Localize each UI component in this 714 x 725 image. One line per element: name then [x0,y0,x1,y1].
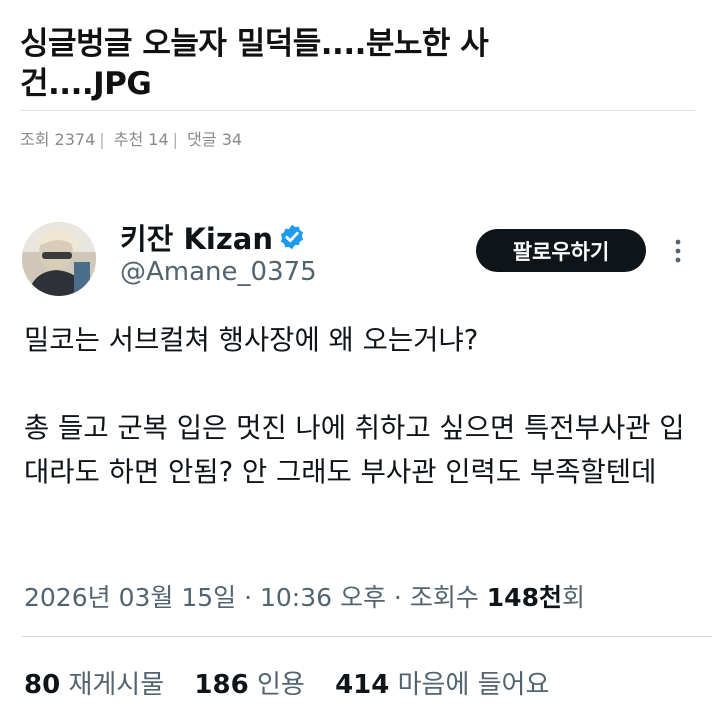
reposts-label: 재게시물 [68,670,165,700]
comments-label: 댓글 [187,130,217,149]
follow-button[interactable]: 팔로우하기 [476,229,646,272]
tweet-date[interactable]: 2026년 03월 15일 · 10:36 오후 · 조회수 [24,583,479,612]
tweet-views: 148천 [486,583,562,612]
tweet-views-unit: 회 [561,583,585,612]
tweet-paragraph: 밀코는 서브컬쳐 행사장에 왜 오는거냐? [24,324,479,356]
post-title: 싱글벙글 오늘자 밀덕들....분노한 사건....JPG [20,26,489,102]
quotes-count: 186 [194,670,249,700]
reposts-stat[interactable]: 80 재게시물 [24,670,164,700]
quotes-label: 인용 [256,670,305,700]
author-handle[interactable]: @Amane_0375 [120,257,317,287]
likes-count: 414 [335,670,390,700]
title-divider [20,110,695,111]
tweet-stats: 80 재게시물 186 인용 414 마음에 들어요 [24,664,549,701]
display-name[interactable]: 키잔 Kizan [120,216,273,258]
tweet-timestamp: 2026년 03월 15일 · 10:36 오후 · 조회수 148천회 [24,578,585,614]
likes-stat[interactable]: 414 마음에 들어요 [335,670,549,700]
tweet-body: 밀코는 서브컬쳐 행사장에 왜 오는거냐? 총 들고 군복 입은 멋진 나에 취… [24,318,694,494]
likes-label: 마음에 들어요 [397,670,550,700]
views-count: 2374 [54,130,96,149]
recommend-label: 추천 [113,130,144,149]
avatar-image [22,222,96,296]
avatar[interactable] [22,222,96,296]
recommend-count: 14 [148,130,169,149]
post-meta: 조회 2374 | 추천 14 | 댓글 34 [20,130,243,149]
views-label: 조회 [20,130,50,149]
verified-badge-icon [280,224,304,250]
quotes-stat[interactable]: 186 인용 [194,670,304,700]
reposts-count: 80 [24,670,61,700]
comments-count: 34 [221,130,243,149]
tweet-paragraph: 총 들고 군복 입은 멋진 나에 취하고 싶으면 특전부사관 입대라도 하면 안… [24,412,685,488]
meta-divider [22,636,712,637]
more-options-icon[interactable] [668,236,688,266]
